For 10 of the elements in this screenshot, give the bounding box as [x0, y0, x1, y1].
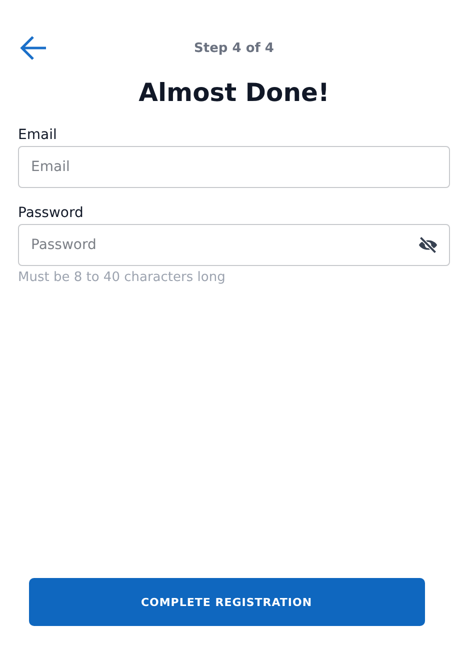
field-label: Password [18, 205, 84, 221]
field-label: Email [18, 127, 58, 143]
step-indicator: Step 4 of 4 [194, 40, 274, 56]
eye-slash-icon[interactable] [417, 235, 439, 255]
complete-registration-button[interactable]: COMPLETE REGISTRATION [28, 578, 424, 626]
password-field[interactable]: Password [18, 224, 450, 266]
email-field[interactable]: Email [18, 146, 450, 188]
page-title: Almost Done! [138, 78, 330, 107]
back-button[interactable] [18, 34, 48, 62]
field-hint: Must be 8 to 40 characters long [18, 270, 226, 285]
